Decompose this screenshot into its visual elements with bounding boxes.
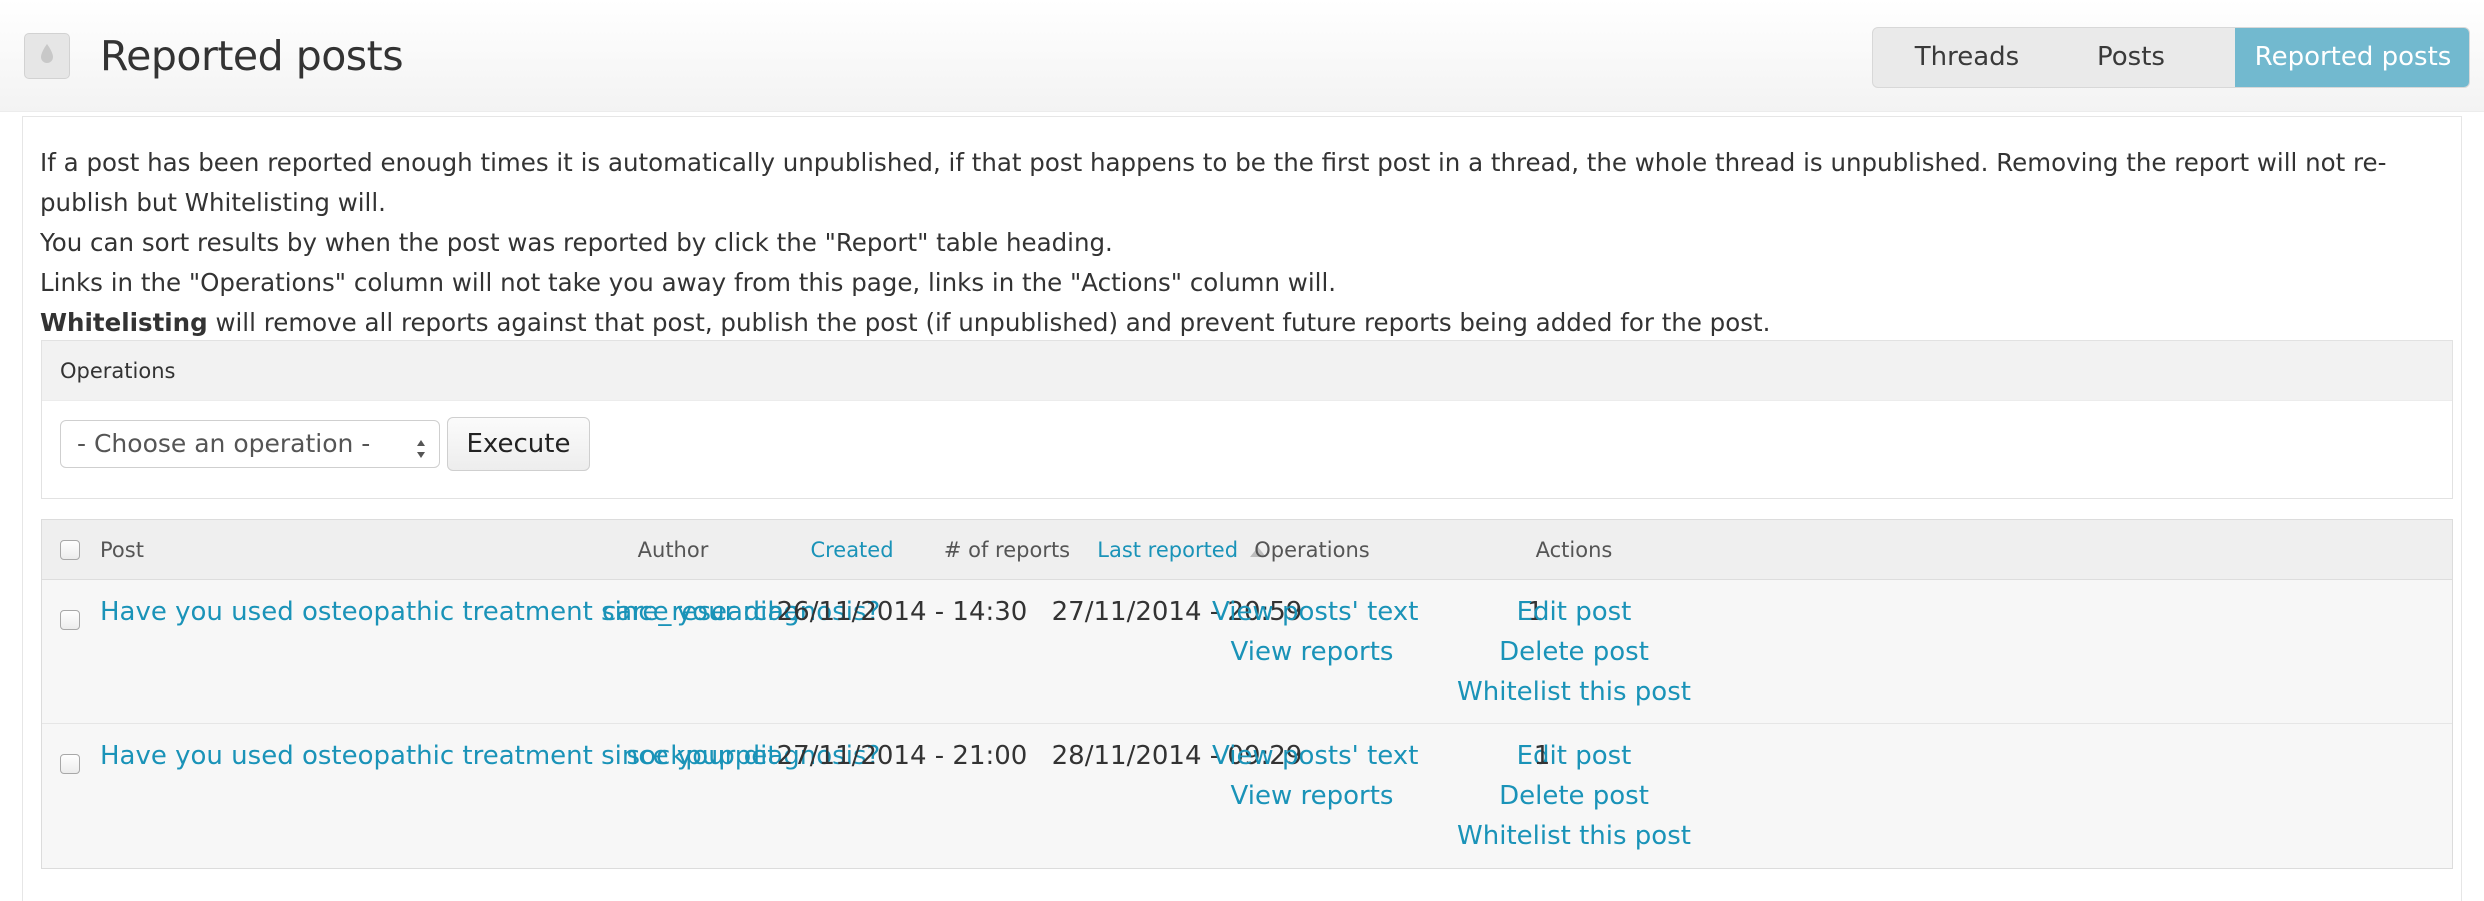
- whitelist-post-link[interactable]: Whitelist this post: [1449, 816, 1699, 856]
- whitelisting-term: Whitelisting: [40, 308, 208, 337]
- tab-threads[interactable]: Threads: [1873, 28, 2061, 87]
- table-header: Post Author Created # of reports Last re…: [42, 520, 2452, 580]
- header-num-reports: # of reports: [943, 538, 1071, 562]
- header-actions: Actions: [1535, 538, 1613, 562]
- tab-posts[interactable]: Posts: [2061, 28, 2201, 87]
- intro-text: If a post has been reported enough times…: [40, 143, 2460, 343]
- header-author: Author: [637, 538, 709, 562]
- table-row: Have you used osteopathic treatment sinc…: [42, 580, 2452, 723]
- header-post: Post: [100, 538, 144, 562]
- operations-box: Operations - Choose an operation - Execu…: [41, 340, 2453, 499]
- main-panel: If a post has been reported enough times…: [22, 116, 2462, 901]
- intro-line-1: If a post has been reported enough times…: [40, 148, 2387, 217]
- row-checkbox[interactable]: [60, 754, 80, 774]
- delete-post-link[interactable]: Delete post: [1449, 776, 1699, 816]
- operation-select-value: - Choose an operation -: [77, 429, 371, 458]
- drop-icon: [39, 43, 55, 69]
- reported-posts-table: Post Author Created # of reports Last re…: [41, 519, 2453, 869]
- execute-button[interactable]: Execute: [447, 417, 590, 471]
- view-posts-text-link[interactable]: View posts' text: [1212, 592, 1418, 632]
- delete-post-link[interactable]: Delete post: [1449, 632, 1699, 672]
- view-reports-link[interactable]: View reports: [1212, 632, 1412, 672]
- created-date: 26/11/2014 - 14:30: [776, 597, 1028, 627]
- header-created[interactable]: Created: [772, 520, 932, 580]
- created-date: 27/11/2014 - 21:00: [776, 741, 1028, 771]
- tab-reported-posts[interactable]: Reported posts: [2235, 28, 2469, 87]
- report-count: 1: [1533, 741, 1551, 771]
- operations-heading: Operations: [42, 341, 2452, 401]
- page-header: Reported posts Threads Posts Reported po…: [0, 0, 2484, 112]
- select-all-checkbox[interactable]: [60, 540, 80, 560]
- select-arrows-icon: [415, 431, 427, 458]
- page-title: Reported posts: [100, 32, 404, 80]
- view-posts-text-link[interactable]: View posts' text: [1212, 736, 1418, 776]
- table-row: Have you used osteopathic treatment sinc…: [42, 723, 2452, 866]
- drop-icon-button[interactable]: [24, 33, 70, 79]
- whitelisting-description: will remove all reports against that pos…: [207, 308, 1771, 337]
- whitelist-post-link[interactable]: Whitelist this post: [1449, 672, 1699, 712]
- row-checkbox[interactable]: [60, 610, 80, 630]
- section-tabs: Threads Posts Reported posts: [1872, 27, 2470, 88]
- operation-select[interactable]: - Choose an operation -: [60, 420, 440, 468]
- view-reports-link[interactable]: View reports: [1212, 776, 1412, 816]
- intro-line-4: Whitelisting will remove all reports aga…: [40, 303, 2460, 343]
- edit-post-link[interactable]: Edit post: [1449, 592, 1699, 632]
- intro-line-3: Links in the "Operations" column will no…: [40, 268, 1337, 297]
- header-operations: Operations: [1254, 538, 1370, 562]
- intro-line-2: You can sort results by when the post wa…: [40, 228, 1113, 257]
